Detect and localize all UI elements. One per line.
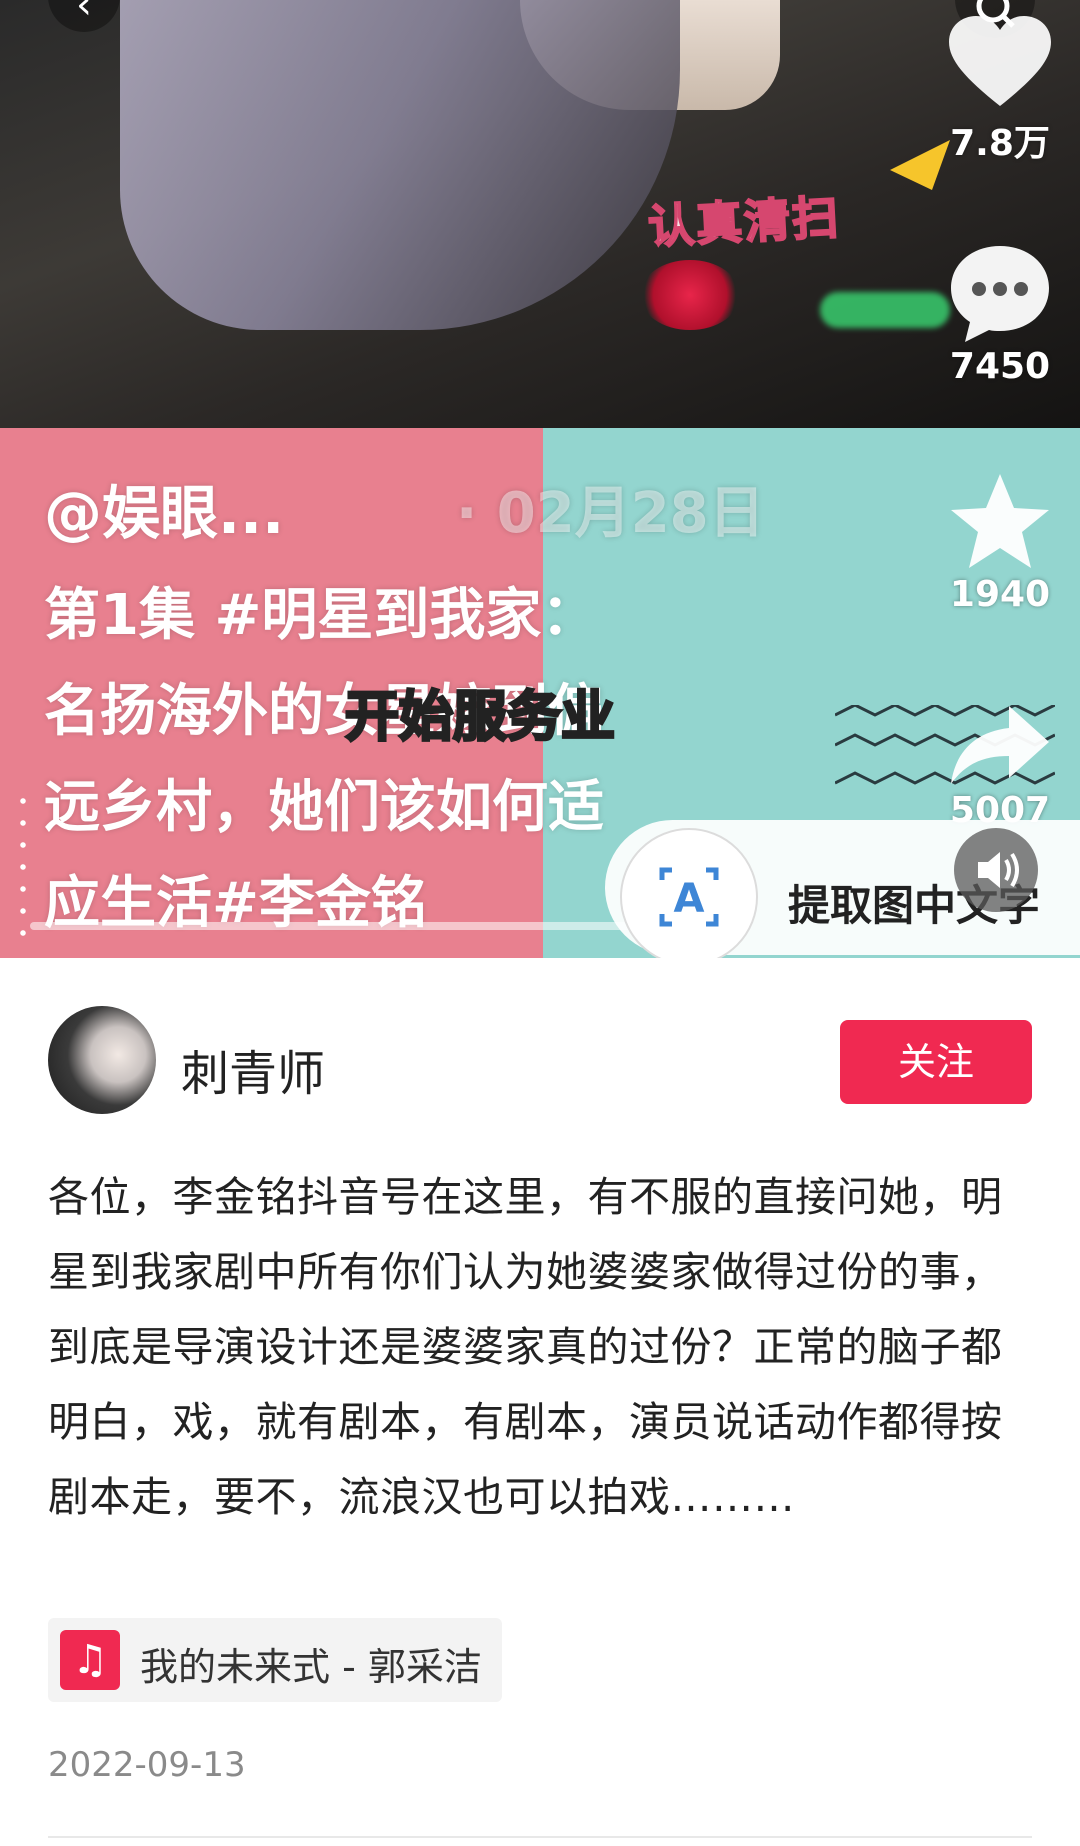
star-icon xyxy=(951,474,1049,568)
comment-count: 7450 xyxy=(949,346,1051,387)
comment-icon xyxy=(951,246,1049,342)
heart-icon xyxy=(949,16,1051,106)
like-button[interactable]: 7.8万 xyxy=(940,14,1060,166)
video-player[interactable]: 认真清扫 @娱眼... · 02月28日 第1集 #明星到我家： 名扬海外的女星… xyxy=(0,0,1080,958)
divider xyxy=(48,1836,1032,1838)
favorite-count: 1940 xyxy=(949,574,1051,615)
author-name[interactable]: 刺青师 xyxy=(181,1034,325,1104)
caption-line: 远乡村，她们该如何适 xyxy=(44,775,604,840)
video-upload-date: · 02月28日 xyxy=(456,481,765,546)
sound-button[interactable] xyxy=(954,828,1038,912)
share-button[interactable]: 5007 xyxy=(940,700,1060,831)
author-row: 刺青师 关注 xyxy=(48,1006,1032,1114)
video-green-detail xyxy=(820,292,950,328)
video-subtitle-overlay: 开始服务业 xyxy=(344,684,617,750)
music-chip[interactable]: ♫ 我的未来式 - 郭采洁 xyxy=(48,1618,502,1702)
speaker-icon xyxy=(978,852,1019,888)
video-figure-arm xyxy=(120,0,680,330)
extract-text-button[interactable]: A xyxy=(620,828,758,958)
decorative-dots xyxy=(16,790,30,940)
post-body-text: 各位，李金铭抖音号在这里，有不服的直接问她，明星到我家剧中所有你们认为她婆婆家做… xyxy=(48,1173,1003,1521)
favorite-button[interactable]: 1940 xyxy=(940,470,1060,615)
share-icon xyxy=(951,706,1049,784)
video-frame-top: 认真清扫 xyxy=(0,0,1080,428)
follow-button[interactable]: 关注 xyxy=(840,1020,1032,1104)
text-scan-icon: A xyxy=(659,867,719,927)
video-account-tag[interactable]: @娱眼... xyxy=(44,466,284,550)
comment-button[interactable]: 7450 xyxy=(940,242,1060,387)
video-red-detail xyxy=(640,260,740,330)
music-title: 我的未来式 - 郭采洁 xyxy=(140,1645,482,1689)
like-count: 7.8万 xyxy=(950,123,1050,164)
music-note-icon: ♫ xyxy=(60,1630,120,1690)
back-icon: ‹ xyxy=(76,0,92,28)
caption-line: 第1集 #明星到我家： xyxy=(44,583,598,648)
post-date: 2022-09-13 xyxy=(48,1745,246,1785)
svg-text:A: A xyxy=(674,876,705,922)
video-sticker-text: 认真清扫 xyxy=(646,189,843,255)
caption-line: 应生活#李金铭 xyxy=(44,871,427,936)
avatar[interactable] xyxy=(48,1006,156,1114)
